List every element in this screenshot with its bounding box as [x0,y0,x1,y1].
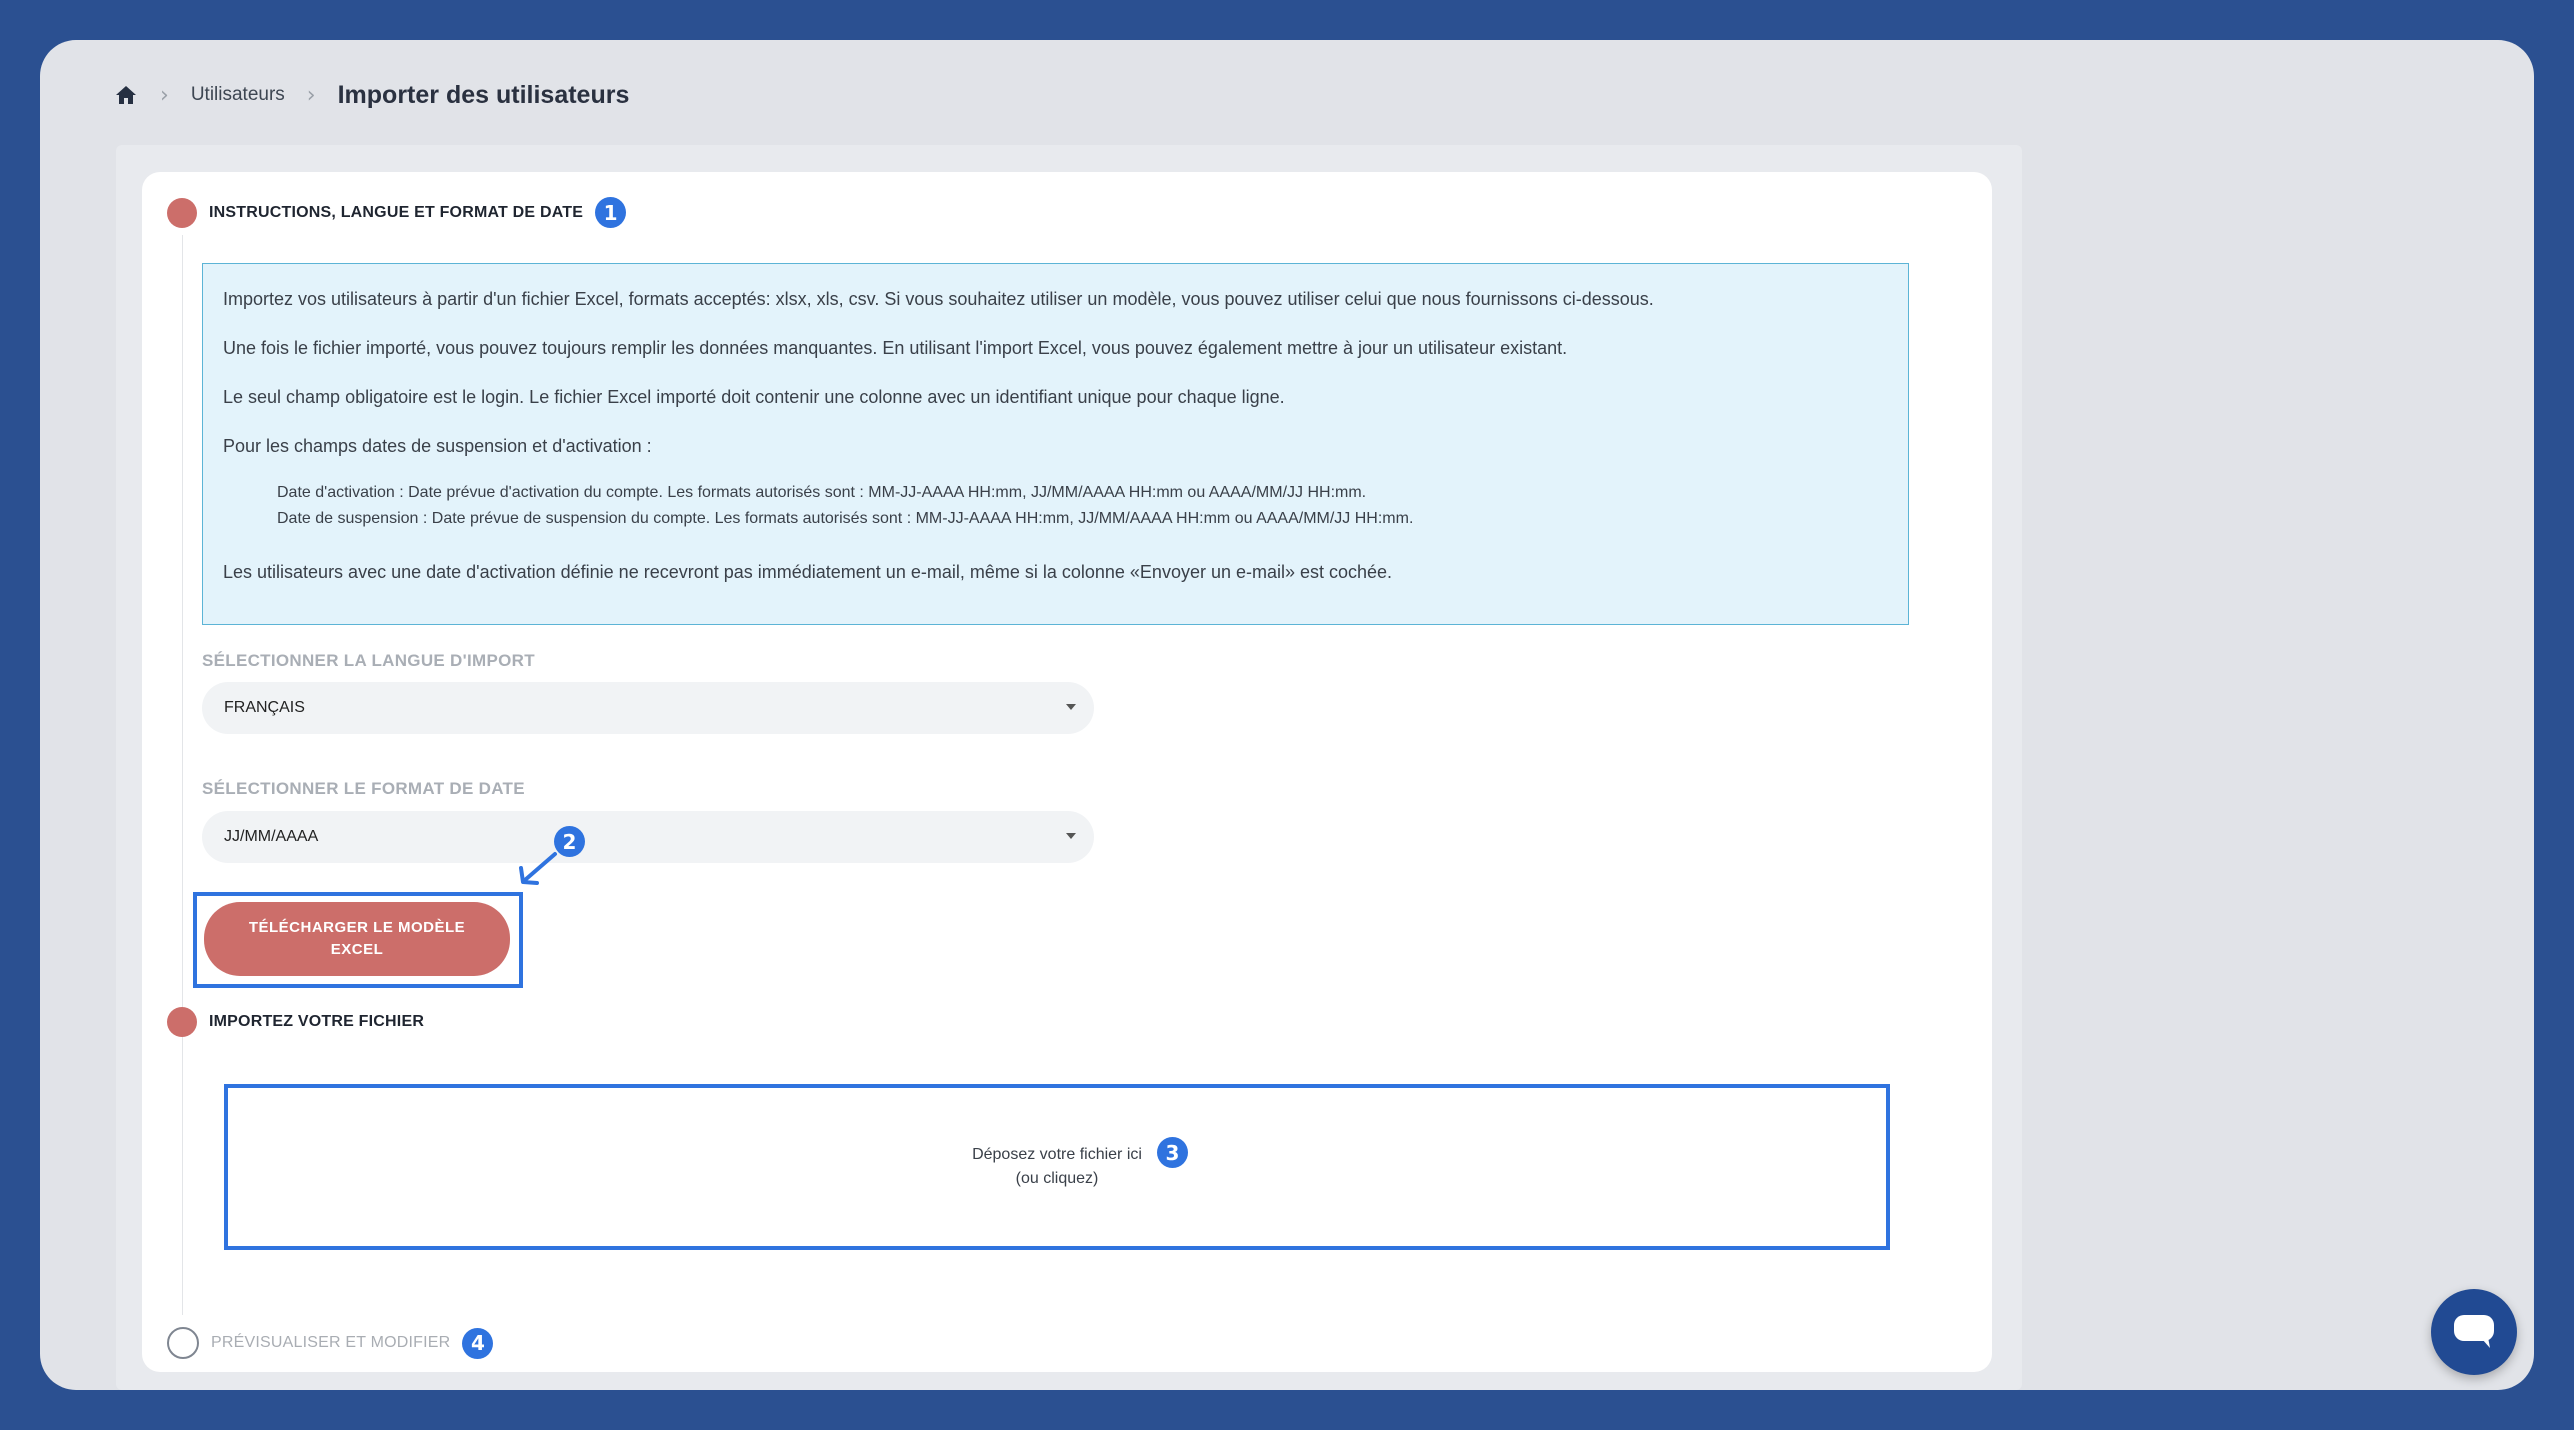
dropzone-subtext: (ou cliquez) [1015,1170,1099,1187]
chevron-down-icon [1066,833,1076,839]
language-select-value: FRANÇAIS [224,699,305,716]
step-upload: IMPORTEZ VOTRE FICHIER [167,1007,424,1037]
step-title: PRÉVISUALISER ET MODIFIER [211,1334,451,1351]
date-format-select-label: SÉLECTIONNER LE FORMAT DE DATE [202,779,525,798]
instruction-text: Le seul champ obligatoire est le login. … [223,387,1285,407]
date-format-select-value: JJ/MM/AAAA [224,828,319,845]
instruction-text: Une fois le fichier importé, vous pouvez… [223,338,1568,358]
step-instructions: INSTRUCTIONS, LANGUE ET FORMAT DE DATE 1 [167,197,627,228]
step-indicator [167,1007,197,1037]
annotation-badge: 3 [1157,1137,1188,1168]
instruction-text: Les utilisateurs avec une date d'activat… [223,562,1393,582]
breadcrumb-users-link[interactable]: Utilisateurs [191,84,285,106]
dropzone-text: Déposez votre fichier ici [972,1146,1142,1163]
instruction-text: Pour les champs dates de suspension et d… [223,436,652,456]
chat-button[interactable] [2431,1289,2517,1375]
step-indicator [167,1327,199,1359]
step-title: IMPORTEZ VOTRE FICHIER [209,1013,425,1030]
breadcrumb: › Utilisateurs › Importer des utilisateu… [114,74,629,116]
instruction-text: Date d'activation : Date prévue d'activa… [277,484,1367,501]
chat-bubble-icon [2454,1315,2494,1348]
step-preview: PRÉVISUALISER ET MODIFIER 4 [167,1327,494,1359]
annotation-badge: 4 [462,1327,494,1359]
step-title: INSTRUCTIONS, LANGUE ET FORMAT DE DATE [209,203,584,221]
download-excel-template-button[interactable]: TÉLÉCHARGER LE MODÈLE EXCEL [204,902,510,976]
instruction-text: Date de suspension : Date prévue de susp… [277,510,1414,527]
breadcrumb-separator: › [306,82,316,108]
chevron-down-icon [1066,704,1076,710]
language-select[interactable]: FRANÇAIS [202,682,1094,734]
step-indicator [167,197,197,228]
breadcrumb-separator: › [160,82,169,108]
date-format-select[interactable]: JJ/MM/AAAA [202,811,1094,863]
annotation-badge: 1 [595,197,627,228]
page-title: Importer des utilisateurs [337,80,630,109]
instructions-box: Importez vos utilisateurs à partir d'un … [202,263,1909,625]
home-icon[interactable] [114,83,138,107]
stepper-line [182,235,183,1315]
instruction-text: Importez vos utilisateurs à partir d'un … [223,289,1654,309]
file-dropzone[interactable]: Déposez votre fichier ici (ou cliquez) [224,1084,1890,1250]
annotation-arrow-icon [519,852,557,885]
language-select-label: SÉLECTIONNER LA LANGUE D'IMPORT [202,651,535,670]
